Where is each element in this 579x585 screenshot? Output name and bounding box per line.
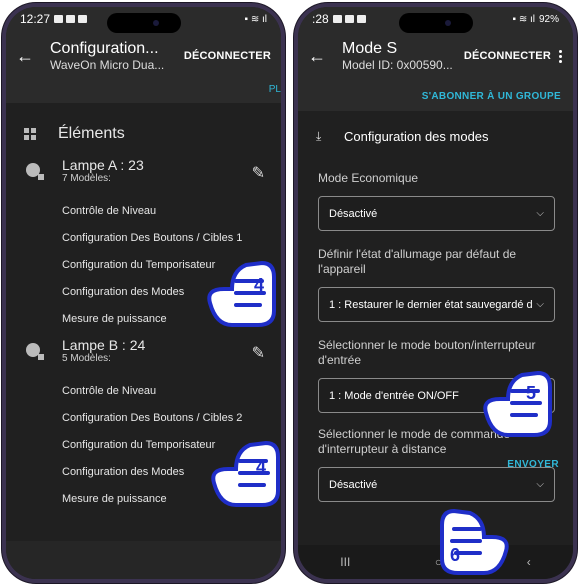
step-badge: 5 (526, 383, 537, 403)
page-title: Configuration... (50, 40, 159, 57)
pointing-hand-annotation: 5 (478, 369, 558, 446)
status-time: 12:27 (20, 12, 51, 26)
subscribe-group-link[interactable]: S'ABONNER À UN GROUPE (298, 81, 573, 111)
lamp-name: Lampe A : 23 (62, 157, 144, 173)
camera-island (398, 13, 473, 33)
bulb-icon (26, 163, 44, 180)
model-item[interactable]: Contrôle de Niveau (62, 378, 281, 405)
step-badge: 4 (256, 457, 267, 477)
pointing-hand-annotation: 4 (206, 439, 281, 516)
model-item[interactable]: Configuration Des Boutons / Cibles 2 (62, 405, 281, 432)
lamp-name: Lampe B : 24 (62, 337, 146, 353)
config-title: Configuration des modes (344, 128, 489, 144)
eco-mode-select[interactable]: Désactivé ⌵ (318, 196, 555, 231)
remote-mode-select[interactable]: Désactivé ⌵ (318, 467, 555, 502)
top-strip: PL (6, 81, 281, 103)
elements-header: Éléments (6, 103, 281, 143)
back-nav-icon[interactable]: ‹ (527, 555, 531, 569)
pointing-hand-annotation: 6 (434, 507, 514, 579)
edit-pencil-icon[interactable]: ✎ (252, 343, 265, 364)
step-badge: 4 (254, 275, 265, 295)
back-arrow-icon[interactable]: ← (308, 46, 330, 67)
recents-icon[interactable]: III (340, 555, 350, 569)
elements-title: Éléments (58, 125, 125, 142)
back-arrow-icon[interactable]: ← (16, 46, 38, 67)
field-label: Définir l'état d'allumage par défaut de … (318, 247, 517, 276)
phone-right: :28 ▪ ≋ ıl 92% ← Mode S Model ID: 0x0059… (294, 3, 577, 583)
model-item[interactable]: Contrôle de Niveau (62, 198, 281, 225)
field-label: Mode Economique (318, 171, 419, 185)
bottom-bar (6, 541, 281, 579)
disconnect-button[interactable]: DÉCONNECTER (464, 50, 551, 62)
signal-icon: ▪ ≋ ıl (244, 13, 267, 25)
chevron-down-icon: ⌵ (536, 208, 544, 219)
lamp-b-item[interactable]: Lampe B : 24 5 Modèles: ✎ (6, 337, 281, 364)
notification-icons (54, 15, 88, 23)
pointing-hand-annotation: 4 (202, 259, 281, 336)
disconnect-button[interactable]: DÉCONNECTER (184, 50, 271, 62)
screen-right: :28 ▪ ≋ ıl 92% ← Mode S Model ID: 0x0059… (298, 7, 573, 579)
chevron-down-icon: ⌵ (536, 299, 544, 310)
page-title: Mode S (342, 40, 398, 57)
model-item[interactable]: Configuration Des Boutons / Cibles 1 (62, 225, 281, 252)
edit-pencil-icon[interactable]: ✎ (252, 163, 265, 184)
chevron-down-icon: ⌵ (536, 479, 544, 490)
bulb-icon (26, 343, 44, 360)
app-bar: ← Mode S Model ID: 0x00590... DÉCONNECTE… (298, 31, 573, 81)
page-subtitle: Model ID: 0x00590... (342, 58, 453, 72)
field-label: Sélectionner le mode bouton/interrupteur… (318, 338, 536, 367)
battery-indicator: ▪ ≋ ıl 92% (512, 13, 560, 25)
lamp-a-item[interactable]: Lampe A : 23 7 Modèles: ✎ (6, 157, 281, 184)
download-icon: ⤓ (316, 128, 322, 143)
strip-link[interactable]: PL (269, 84, 281, 95)
screen-left: 12:27 ▪ ≋ ıl ← Configuration... WaveOn M… (6, 7, 281, 579)
page-subtitle: WaveOn Micro Dua... (50, 58, 165, 72)
lamp-model-count: 7 Modèles: (62, 173, 111, 184)
send-button[interactable]: ENVOYER (507, 459, 559, 470)
step-badge: 6 (450, 545, 461, 565)
app-bar: ← Configuration... WaveOn Micro Dua... D… (6, 31, 281, 81)
config-header[interactable]: ⤓ Configuration des modes (298, 111, 573, 161)
status-time: :28 (312, 12, 329, 26)
lamp-model-count: 5 Modèles: (62, 353, 111, 364)
phone-left: 12:27 ▪ ≋ ıl ← Configuration... WaveOn M… (2, 3, 285, 583)
widgets-icon (24, 128, 36, 140)
default-state-select[interactable]: 1 : Restaurer le dernier état sauvegardé… (318, 287, 555, 322)
notification-icons (332, 15, 366, 23)
camera-island (106, 13, 181, 33)
overflow-menu-icon[interactable] (559, 49, 563, 63)
